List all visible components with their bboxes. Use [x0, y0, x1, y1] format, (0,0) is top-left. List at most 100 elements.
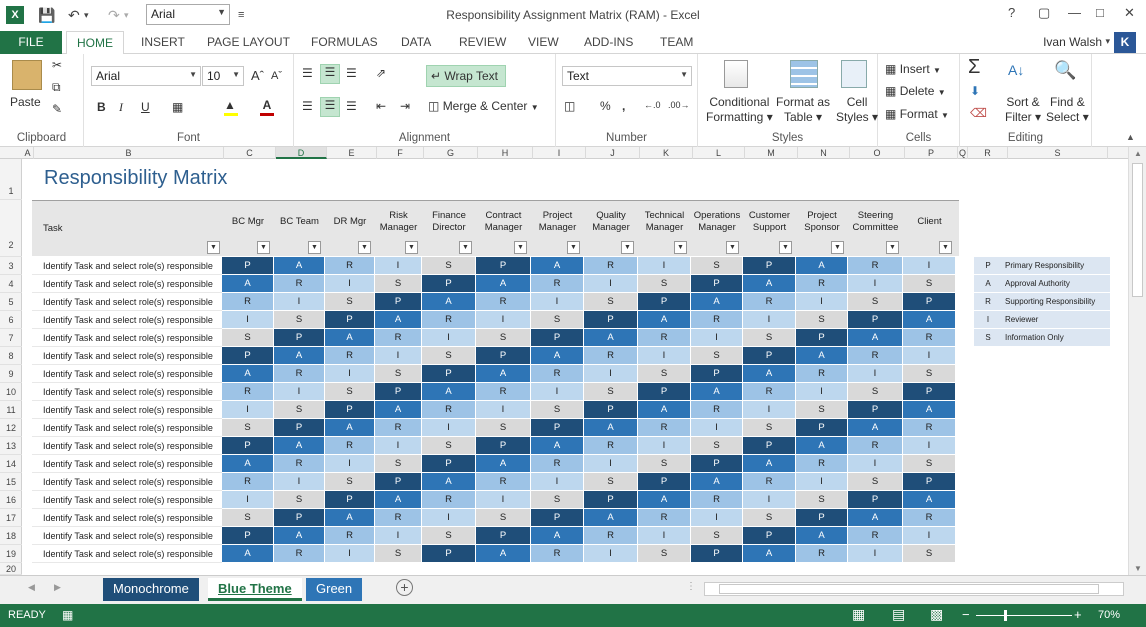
raci-cell[interactable]: I	[476, 311, 531, 329]
raci-cell[interactable]: A	[476, 545, 531, 563]
raci-cell[interactable]: S	[375, 275, 422, 293]
column-header[interactable]: B	[34, 147, 224, 159]
raci-cell[interactable]: R	[584, 347, 638, 365]
row-header[interactable]: 18	[0, 527, 22, 545]
task-cell[interactable]: Identify Task and select role(s) respons…	[32, 473, 224, 491]
raci-cell[interactable]: R	[743, 383, 796, 401]
raci-cell[interactable]: R	[691, 401, 743, 419]
raci-cell[interactable]: R	[422, 311, 476, 329]
column-header[interactable]: K	[640, 147, 693, 159]
worksheet[interactable]: Responsibility Matrix Task ▼ BC Mgr ▼ BC T…	[22, 159, 1128, 575]
column-header[interactable]: O	[850, 147, 905, 159]
raci-cell[interactable]: A	[848, 419, 903, 437]
raci-cell[interactable]: R	[375, 419, 422, 437]
row-header[interactable]: 1	[0, 159, 22, 200]
redo-dropdown-icon[interactable]: ▾	[124, 5, 129, 25]
raci-cell[interactable]: R	[691, 311, 743, 329]
raci-cell[interactable]: I	[638, 347, 691, 365]
raci-cell[interactable]: P	[325, 401, 375, 419]
raci-cell[interactable]: I	[531, 383, 584, 401]
raci-cell[interactable]: A	[691, 293, 743, 311]
row-header[interactable]: 16	[0, 491, 22, 509]
raci-cell[interactable]: A	[691, 473, 743, 491]
underline-button[interactable]: U	[141, 100, 150, 114]
raci-cell[interactable]: P	[743, 527, 796, 545]
task-cell[interactable]: Identify Task and select role(s) respons…	[32, 383, 224, 401]
increase-indent-icon[interactable]: ⇥	[400, 99, 410, 113]
format-painter-icon[interactable]: ✎	[52, 102, 62, 116]
raci-cell[interactable]: R	[531, 275, 584, 293]
raci-cell[interactable]: A	[375, 401, 422, 419]
task-cell[interactable]: Identify Task and select role(s) respons…	[32, 455, 224, 473]
raci-cell[interactable]: I	[584, 275, 638, 293]
raci-cell[interactable]: S	[375, 365, 422, 383]
bold-button[interactable]: B	[97, 100, 106, 114]
raci-cell[interactable]: R	[476, 293, 531, 311]
ribbon-display-button[interactable]: ▢	[1038, 5, 1050, 21]
raci-cell[interactable]: P	[274, 419, 325, 437]
tab-team[interactable]: TEAM	[660, 31, 693, 54]
raci-cell[interactable]: S	[638, 365, 691, 383]
raci-cell[interactable]: I	[743, 491, 796, 509]
raci-cell[interactable]: P	[691, 275, 743, 293]
raci-cell[interactable]: S	[222, 419, 274, 437]
undo-dropdown-icon[interactable]: ▾	[84, 5, 89, 25]
raci-cell[interactable]: A	[476, 455, 531, 473]
task-cell[interactable]: Identify Task and select role(s) respons…	[32, 545, 224, 563]
column-header[interactable]: C	[224, 147, 276, 159]
raci-cell[interactable]: A	[274, 527, 325, 545]
align-right-icon[interactable]: ☰	[346, 99, 357, 113]
scroll-tabs-right-icon[interactable]: ▶	[54, 582, 61, 593]
macro-record-icon[interactable]: ▦	[62, 608, 73, 622]
raci-cell[interactable]: P	[743, 437, 796, 455]
raci-cell[interactable]: I	[325, 365, 375, 383]
raci-cell[interactable]: S	[531, 491, 584, 509]
raci-cell[interactable]: S	[274, 311, 325, 329]
raci-cell[interactable]: I	[375, 437, 422, 455]
tab-add-ins[interactable]: ADD-INS	[584, 31, 633, 54]
raci-cell[interactable]: R	[796, 275, 848, 293]
raci-cell[interactable]: I	[222, 401, 274, 419]
raci-cell[interactable]: S	[691, 527, 743, 545]
raci-cell[interactable]: I	[584, 365, 638, 383]
raci-cell[interactable]: R	[531, 455, 584, 473]
column-header[interactable]: G	[424, 147, 478, 159]
raci-cell[interactable]: I	[531, 293, 584, 311]
filter-dropdown-icon[interactable]: ▼	[358, 241, 371, 254]
tab-splitter-icon[interactable]: ⋮	[686, 581, 696, 592]
raci-cell[interactable]: S	[476, 419, 531, 437]
raci-cell[interactable]: S	[691, 437, 743, 455]
raci-cell[interactable]: P	[274, 509, 325, 527]
filter-dropdown-icon[interactable]: ▼	[207, 241, 220, 254]
merge-center-button[interactable]: ◫ Merge & Center ▼	[428, 99, 539, 113]
raci-cell[interactable]: S	[743, 329, 796, 347]
collapse-ribbon-icon[interactable]: ▲	[1126, 132, 1135, 142]
sheet-tab-blue-theme[interactable]: Blue Theme	[208, 578, 302, 601]
raci-cell[interactable]: I	[691, 419, 743, 437]
raci-cell[interactable]: A	[638, 491, 691, 509]
raci-cell[interactable]: S	[274, 401, 325, 419]
raci-cell[interactable]: P	[422, 365, 476, 383]
raci-cell[interactable]: R	[638, 509, 691, 527]
raci-cell[interactable]: P	[222, 347, 274, 365]
raci-cell[interactable]: A	[222, 545, 274, 563]
raci-cell[interactable]: R	[848, 437, 903, 455]
raci-cell[interactable]: I	[743, 401, 796, 419]
column-header[interactable]: A	[22, 147, 34, 159]
raci-cell[interactable]: I	[422, 419, 476, 437]
raci-cell[interactable]: P	[796, 329, 848, 347]
task-cell[interactable]: Identify Task and select role(s) respons…	[32, 275, 224, 293]
raci-cell[interactable]: S	[422, 257, 476, 275]
row-header[interactable]: 14	[0, 455, 22, 473]
customize-qat-icon[interactable]: ≡	[238, 5, 244, 25]
raci-cell[interactable]: P	[222, 527, 274, 545]
copy-icon[interactable]: ⧉	[52, 80, 61, 95]
raci-cell[interactable]: P	[375, 293, 422, 311]
raci-cell[interactable]: R	[476, 383, 531, 401]
raci-cell[interactable]: A	[796, 527, 848, 545]
raci-cell[interactable]: A	[584, 419, 638, 437]
column-header[interactable]: D	[276, 147, 327, 159]
raci-cell[interactable]: P	[848, 491, 903, 509]
raci-cell[interactable]: A	[796, 257, 848, 275]
wrap-text-button[interactable]: ↵ Wrap Text	[426, 65, 506, 87]
